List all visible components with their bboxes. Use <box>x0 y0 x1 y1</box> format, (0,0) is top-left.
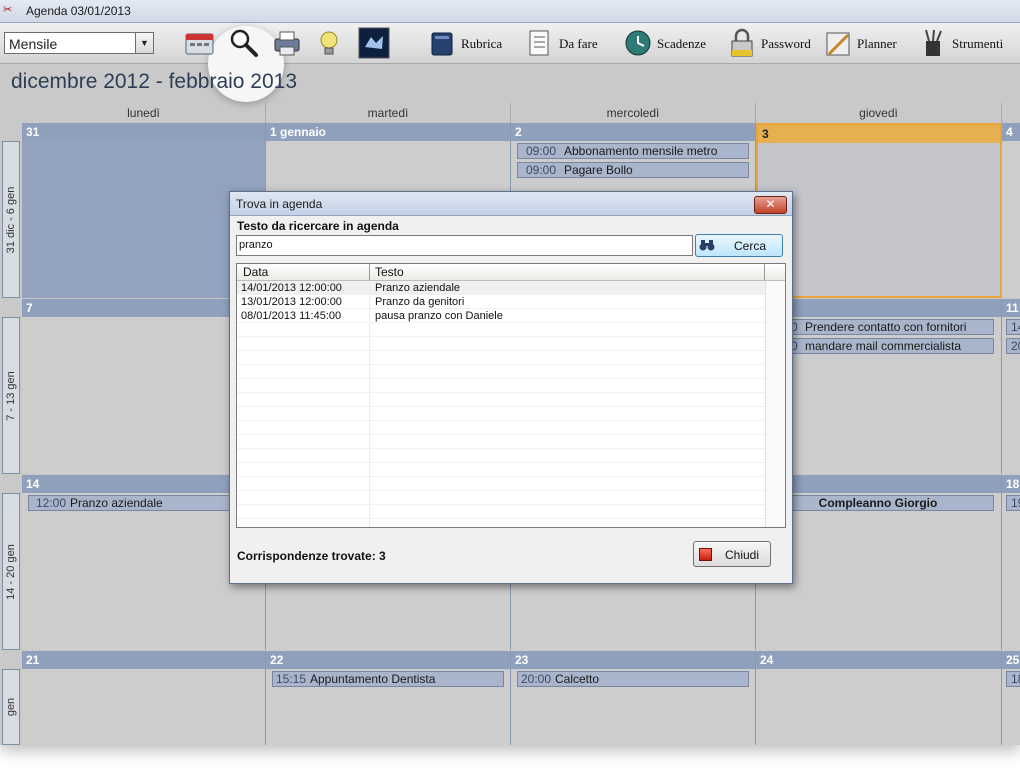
result-row[interactable]: 13/01/2013 12:00:00 Pranzo da genitori <box>237 295 765 309</box>
event-item[interactable]: 09:00 Pagare Bollo <box>517 162 749 178</box>
matches-found: Corrispondenze trovate: 3 <box>237 549 386 563</box>
results-list[interactable]: Data Testo 14/01/2013 12:00:00 Pranzo azi… <box>236 263 786 528</box>
clock-icon <box>623 27 653 59</box>
lightbulb-icon[interactable] <box>313 27 345 59</box>
event-item[interactable]: 18 <box>1006 671 1020 687</box>
toolbar: Mensile ▼ Rubrica Da fare Scadenze Passw… <box>0 23 1020 102</box>
padlock-icon <box>727 27 757 59</box>
event-item[interactable]: 20:00 Calcetto <box>517 671 749 687</box>
day-cell[interactable]: 11 14 20 <box>1002 299 1020 474</box>
week-row: gen 21 22 15:15 Appuntamento Dentista 23 … <box>0 651 1020 745</box>
event-item[interactable]: Compleanno Giorgio <box>762 495 994 511</box>
view-select-value: Mensile <box>9 36 58 52</box>
day-header: lunedì <box>22 103 266 123</box>
chevron-down-icon[interactable]: ▼ <box>135 33 153 53</box>
scadenze-button[interactable]: Scadenze <box>623 27 711 59</box>
checklist-icon <box>525 27 555 59</box>
calendar-icon[interactable] <box>183 27 215 59</box>
agenda-window: ✂ Agenda 03/01/2013 Mensile ▼ Rubrica Da… <box>0 0 1020 745</box>
title-bar: ✂ Agenda 03/01/2013 <box>0 0 1020 23</box>
week-label[interactable]: 31 dic - 6 gen <box>2 141 20 298</box>
results-scrollbar[interactable] <box>765 281 785 527</box>
cerca-button[interactable]: Cerca <box>695 234 783 257</box>
event-item[interactable]: 19 <box>1006 495 1020 511</box>
dialog-title: Trova in agenda <box>236 197 323 211</box>
day-header: martedì <box>266 103 511 123</box>
day-cell[interactable]: 24 <box>756 651 1002 745</box>
search-label: Testo da ricercare in agenda <box>237 219 399 233</box>
book-icon <box>427 27 457 59</box>
planner-label: Planner <box>857 36 897 51</box>
event-item[interactable]: 14 <box>1006 319 1020 335</box>
day-cell-header: 23 <box>511 651 755 669</box>
day-cell-header: 3 <box>758 125 1000 143</box>
day-cell-header: 24 <box>756 651 1001 669</box>
day-cell[interactable]: 18 19 <box>1002 475 1020 650</box>
day-header: mercoledì <box>511 103 756 123</box>
planner-icon <box>823 27 853 59</box>
range-title: dicembre 2012 - febbraio 2013 <box>11 70 298 93</box>
da-fare-button[interactable]: Da fare <box>525 27 605 59</box>
event-item[interactable]: 20 <box>1006 338 1020 354</box>
close-icon[interactable]: ✕ <box>754 196 787 214</box>
results-header: Data Testo <box>237 264 785 281</box>
binoculars-icon <box>699 240 715 251</box>
day-cell-header: 2 <box>511 123 755 141</box>
view-select[interactable]: Mensile ▼ <box>4 32 154 54</box>
day-cell[interactable]: 4 <box>1002 123 1020 298</box>
column-header-testo[interactable]: Testo <box>369 264 765 280</box>
planner-button[interactable]: Planner <box>823 27 907 59</box>
day-cell-header: 11 <box>1002 299 1020 317</box>
result-row[interactable]: 14/01/2013 12:00:00 Pranzo aziendale <box>237 281 765 295</box>
window-title: Agenda 03/01/2013 <box>26 4 131 18</box>
day-header: giovedì <box>756 103 1002 123</box>
search-input[interactable]: pranzo <box>236 235 693 256</box>
printer-icon[interactable] <box>271 27 303 59</box>
tools-icon <box>918 27 948 59</box>
day-cell-header: 21 <box>22 651 265 669</box>
find-dialog: Trova in agenda ✕ Testo da ricercare in … <box>229 191 793 584</box>
day-cell[interactable]: 23 20:00 Calcetto <box>511 651 756 745</box>
search-icon[interactable] <box>228 27 260 59</box>
password-label: Password <box>761 36 811 51</box>
scadenze-label: Scadenze <box>657 36 707 51</box>
rubrica-label: Rubrica <box>461 36 503 51</box>
day-cell[interactable]: 22 15:15 Appuntamento Dentista <box>266 651 511 745</box>
day-cell-header: 18 <box>1002 475 1020 493</box>
day-headers: lunedì martedì mercoledì giovedì <box>22 103 1020 123</box>
stop-icon <box>699 548 712 561</box>
logo-icon[interactable] <box>358 27 390 59</box>
strumenti-button[interactable]: Strumenti <box>918 27 1008 59</box>
app-icon: ✂ <box>3 4 13 16</box>
event-item[interactable]: 0 Prendere contatto con fornitori <box>762 319 994 335</box>
event-item[interactable]: 09:00 Abbonamento mensile metro <box>517 143 749 159</box>
day-cell[interactable]: 25 18 <box>1002 651 1020 745</box>
da-fare-label: Da fare <box>559 36 598 51</box>
password-button[interactable]: Password <box>727 27 817 59</box>
event-item[interactable]: 15:15 Appuntamento Dentista <box>272 671 504 687</box>
event-item[interactable]: 12:00 Pranzo aziendale <box>28 495 260 511</box>
day-cell-header: 31 <box>22 123 265 141</box>
column-header-data[interactable]: Data <box>237 264 370 280</box>
week-label[interactable]: 14 - 20 gen <box>2 493 20 650</box>
strumenti-label: Strumenti <box>952 36 1004 51</box>
rubrica-button[interactable]: Rubrica <box>427 27 511 59</box>
week-label[interactable]: gen <box>2 669 20 745</box>
day-cell-header: 22 <box>266 651 510 669</box>
chiudi-button[interactable]: Chiudi <box>693 541 771 567</box>
event-item[interactable]: 0 mandare mail commercialista <box>762 338 994 354</box>
week-label[interactable]: 7 - 13 gen <box>2 317 20 474</box>
day-cell-header: 4 <box>1002 123 1020 141</box>
matches-count: 3 <box>379 549 386 563</box>
day-cell-header: 25 <box>1002 651 1020 669</box>
result-row[interactable]: 08/01/2013 11:45:00 pausa pranzo con Dani… <box>237 309 765 323</box>
dialog-title-bar: Trova in agenda ✕ <box>230 192 792 216</box>
day-cell-header: 1 gennaio <box>266 123 510 141</box>
day-cell[interactable]: 21 <box>22 651 266 745</box>
